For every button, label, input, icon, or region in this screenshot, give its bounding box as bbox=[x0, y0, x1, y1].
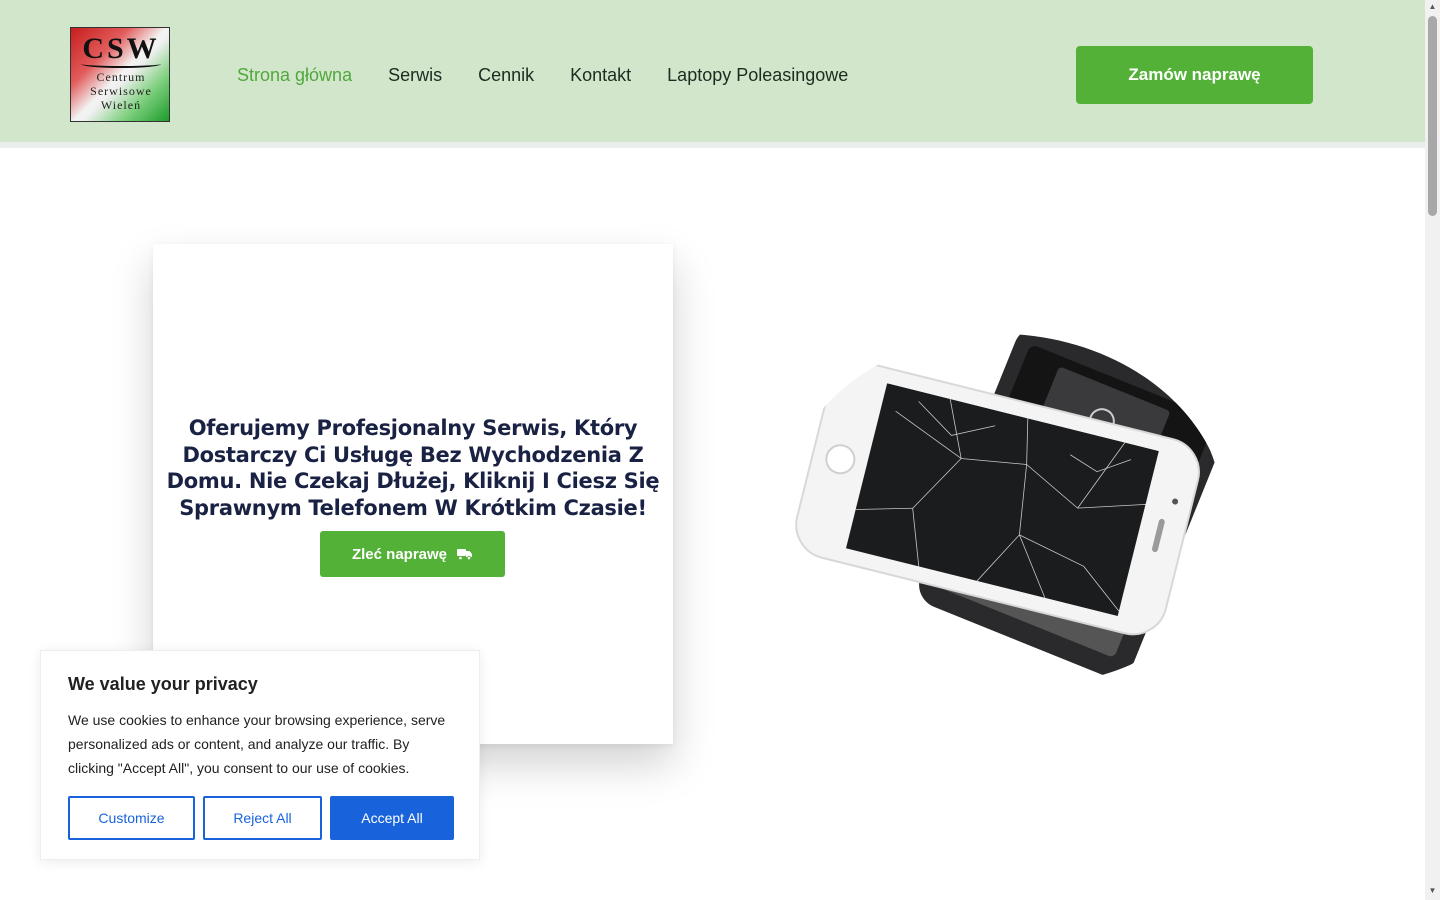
main-nav: Strona główna Serwis Cennik Kontakt Lapt… bbox=[237, 63, 848, 87]
logo-sub-line: Wieleń bbox=[100, 98, 142, 112]
cookie-accept-button[interactable]: Accept All bbox=[330, 796, 454, 840]
nav-item-service[interactable]: Serwis bbox=[388, 63, 442, 87]
site-logo[interactable]: CSW Centrum Serwisowe Wieleń bbox=[70, 27, 170, 122]
page-scrollbar[interactable]: ▲ ▼ bbox=[1425, 0, 1440, 900]
cookie-reject-button[interactable]: Reject All bbox=[203, 796, 322, 840]
cookie-customize-button[interactable]: Customize bbox=[68, 796, 195, 840]
scrollbar-thumb[interactable] bbox=[1428, 16, 1437, 216]
order-repair-hero-label: Zleć naprawę bbox=[351, 545, 448, 563]
logo-sub-line: Serwisowe bbox=[90, 84, 152, 98]
logo-subtitle: Centrum Serwisowe Wieleń bbox=[71, 70, 169, 112]
site-header: CSW Centrum Serwisowe Wieleń Strona głów… bbox=[0, 0, 1425, 148]
truck-icon bbox=[457, 548, 473, 560]
nav-item-home[interactable]: Strona główna bbox=[237, 63, 352, 87]
order-repair-hero-button[interactable]: Zleć naprawę bbox=[320, 531, 505, 577]
scroll-up-arrow-icon[interactable]: ▲ bbox=[1425, 0, 1440, 14]
broken-phone-image bbox=[770, 330, 1230, 690]
logo-swoosh bbox=[81, 60, 161, 68]
cookie-text: We use cookies to enhance your browsing … bbox=[68, 712, 446, 776]
cookie-consent-banner: We value your privacy We use cookies to … bbox=[40, 650, 480, 860]
logo-sub-line: Centrum bbox=[96, 70, 146, 84]
scroll-down-arrow-icon[interactable]: ▼ bbox=[1425, 884, 1440, 898]
hero-title: Oferujemy Profesjonalny Serwis, Który Do… bbox=[166, 416, 660, 520]
order-repair-button[interactable]: Zamów naprawę bbox=[1076, 46, 1313, 104]
nav-item-pricing[interactable]: Cennik bbox=[478, 63, 534, 87]
nav-item-laptops[interactable]: Laptopy Poleasingowe bbox=[667, 63, 848, 87]
cookie-title: We value your privacy bbox=[68, 674, 258, 694]
nav-item-contact[interactable]: Kontakt bbox=[570, 63, 631, 87]
